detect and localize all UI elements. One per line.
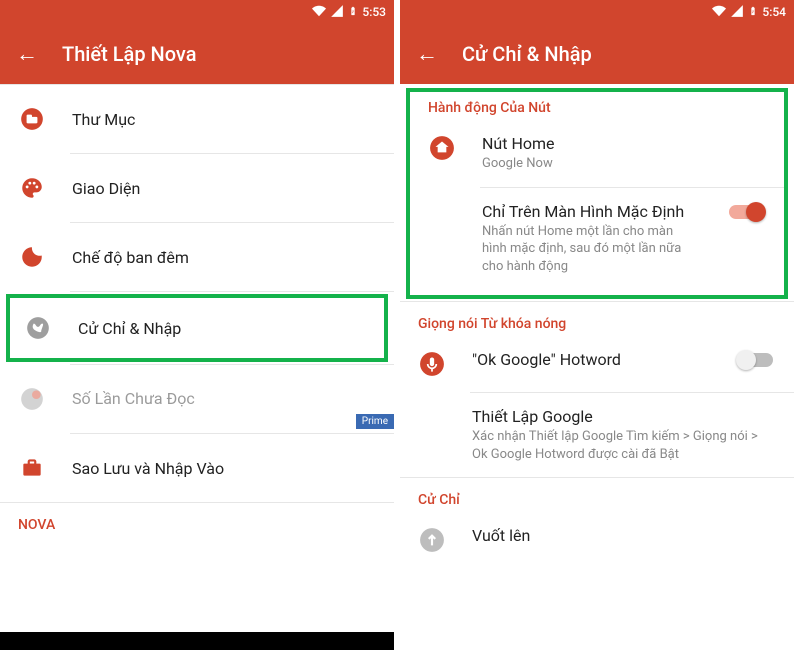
- briefcase-icon: [18, 454, 46, 482]
- page-title: Cử Chỉ & Nhập: [462, 42, 592, 66]
- folder-icon: [18, 105, 46, 133]
- toggle-default-only[interactable]: [726, 202, 766, 222]
- item-default-screen-only[interactable]: Chỉ Trên Màn Hình Mặc Định Nhấn nút Home…: [410, 188, 784, 290]
- item-label: Thư Mục: [72, 110, 376, 129]
- phone-right: 5:54 ← Cử Chỉ & Nhập Hành động Của Nút N…: [400, 0, 800, 650]
- battery-icon: [748, 4, 758, 21]
- item-label: Số Lần Chưa Đọc: [72, 389, 376, 410]
- section-header-hotword: Giọng nói Từ khóa nóng: [400, 302, 794, 336]
- section-header-nova: NOVA: [0, 503, 394, 537]
- item-swipe-up[interactable]: Vuốt lên: [400, 512, 794, 568]
- phone-left: 5:53 ← Thiết Lập Nova Thư Mục Giao Diện …: [0, 0, 400, 650]
- settings-list: Thư Mục Giao Diện Chế độ ban đêm Cử Chỉ …: [0, 84, 394, 632]
- item-label: Nút Home Google Now: [482, 134, 766, 173]
- section-header-button-actions: Hành động Của Nút: [410, 92, 784, 120]
- item-label: "Ok Google" Hotword: [472, 350, 710, 371]
- item-label: Chế độ ban đêm: [72, 248, 376, 267]
- highlight-button-actions: Hành động Của Nút Nút Home Google Now Ch…: [406, 88, 788, 299]
- gesture-icon: [24, 314, 52, 342]
- app-bar: ← Cử Chỉ & Nhập: [400, 24, 794, 84]
- item-google-setup[interactable]: Thiết Lập Google Xác nhận Thiết lập Goog…: [400, 393, 794, 477]
- item-label: Thiết Lập Google Xác nhận Thiết lập Goog…: [472, 407, 776, 463]
- item-look-feel[interactable]: Giao Diện: [0, 154, 394, 222]
- signal-icon: [330, 4, 344, 21]
- section-header-gestures: Cử Chỉ: [400, 478, 794, 512]
- prime-badge: Prime: [356, 414, 394, 429]
- swipe-up-icon: [418, 526, 446, 554]
- wifi-icon: [312, 4, 326, 21]
- item-home-button[interactable]: Nút Home Google Now: [410, 120, 784, 187]
- item-folder[interactable]: Thư Mục: [0, 85, 394, 153]
- moon-icon: [18, 243, 46, 271]
- mic-icon: [418, 350, 446, 378]
- wifi-icon: [712, 4, 726, 21]
- palette-icon: [18, 174, 46, 202]
- home-icon: [428, 134, 456, 162]
- badge-icon: [18, 385, 46, 413]
- nav-bar: [0, 632, 394, 650]
- page-title: Thiết Lập Nova: [62, 42, 196, 66]
- status-bar: 5:53: [0, 0, 394, 24]
- item-label: Vuốt lên: [472, 526, 776, 547]
- item-night-mode[interactable]: Chế độ ban đêm: [0, 223, 394, 291]
- toggle-ok-google[interactable]: [736, 350, 776, 370]
- item-label: Cử Chỉ & Nhập: [78, 319, 370, 338]
- item-unread-count[interactable]: Số Lần Chưa Đọc Prime: [0, 365, 394, 433]
- item-gestures-input[interactable]: Cử Chỉ & Nhập: [10, 298, 384, 358]
- back-icon[interactable]: ←: [416, 41, 438, 67]
- settings-list: Hành động Của Nút Nút Home Google Now Ch…: [400, 84, 794, 650]
- signal-icon: [730, 4, 744, 21]
- highlight-gestures: Cử Chỉ & Nhập: [6, 294, 388, 362]
- battery-icon: [348, 4, 358, 21]
- status-bar: 5:54: [400, 0, 794, 24]
- divider: [70, 291, 394, 292]
- back-icon[interactable]: ←: [16, 41, 38, 67]
- status-time: 5:54: [762, 5, 786, 19]
- item-label: Giao Diện: [72, 179, 376, 198]
- status-time: 5:53: [362, 5, 386, 19]
- item-label: Sao Lưu và Nhập Vào: [72, 459, 376, 478]
- item-label: Chỉ Trên Màn Hình Mặc Định Nhấn nút Home…: [482, 202, 700, 276]
- item-ok-google[interactable]: "Ok Google" Hotword: [400, 336, 794, 392]
- item-backup-import[interactable]: Sao Lưu và Nhập Vào: [0, 434, 394, 502]
- app-bar: ← Thiết Lập Nova: [0, 24, 394, 84]
